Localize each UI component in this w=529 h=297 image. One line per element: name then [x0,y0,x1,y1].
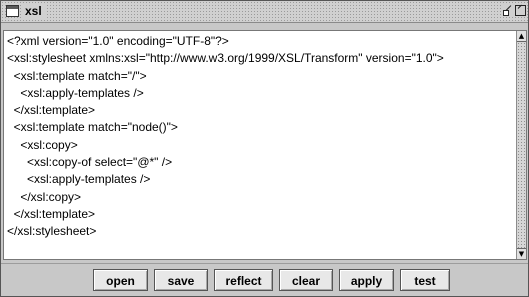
arrow-down-icon[interactable]: ▼ [517,249,526,259]
reflect-button[interactable]: reflect [214,269,273,291]
apply-button[interactable]: apply [339,269,394,291]
maximize-icon[interactable] [515,5,526,16]
minimize-icon[interactable] [502,5,513,16]
scrollbar-thumb[interactable] [517,41,526,249]
button-bar: open save reflect clear apply test [1,263,528,296]
arrow-up-icon[interactable]: ▲ [517,31,526,41]
editor-panel: <?xml version="1.0" encoding="UTF-8"?> <… [3,30,527,260]
title-bar[interactable]: xsl [1,1,528,23]
test-button[interactable]: test [400,269,450,291]
xsl-window: xsl <?xml version="1.0" encoding="UTF-8"… [0,0,529,297]
save-button[interactable]: save [154,269,208,291]
window-title: xsl [23,4,46,19]
window-icon[interactable] [6,5,19,17]
vertical-scrollbar[interactable]: ▲ ▼ [516,31,526,259]
clear-button[interactable]: clear [279,269,333,291]
xsl-text-area[interactable]: <?xml version="1.0" encoding="UTF-8"?> <… [4,31,516,259]
open-button[interactable]: open [93,269,148,291]
